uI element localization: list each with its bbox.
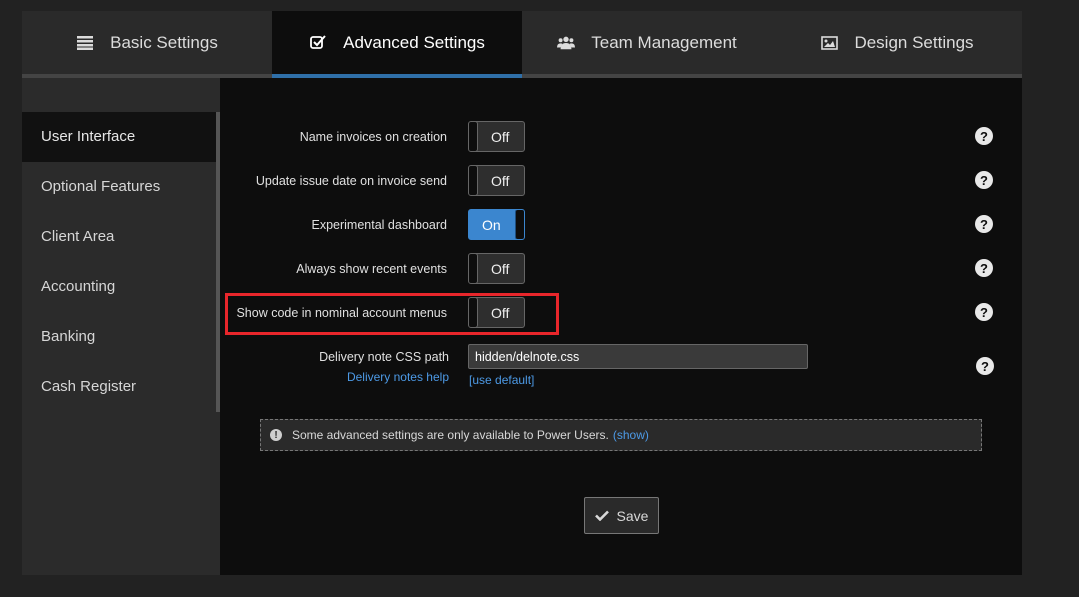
- name-invoices-toggle[interactable]: Off: [468, 121, 525, 152]
- toggle-state: On: [482, 217, 501, 233]
- help-icon[interactable]: ?: [975, 171, 993, 189]
- toggle-knob: [469, 122, 478, 151]
- toggle-state: Off: [491, 173, 510, 189]
- tab-label: Team Management: [591, 32, 737, 52]
- help-icon[interactable]: ?: [975, 303, 993, 321]
- exclamation-icon: !: [270, 429, 282, 441]
- help-icon[interactable]: ?: [975, 215, 993, 233]
- sidebar-item-optional-features[interactable]: Optional Features: [22, 162, 220, 212]
- experimental-dashboard-toggle[interactable]: On: [468, 209, 525, 240]
- settings-tabs: Basic Settings Advanced Settings Team Ma…: [22, 11, 1022, 78]
- sidebar-list: User Interface Optional Features Client …: [22, 112, 220, 412]
- notice-text: Some advanced settings are only availabl…: [292, 428, 609, 442]
- recent-events-toggle[interactable]: Off: [468, 253, 525, 284]
- highlight-box: [225, 293, 559, 335]
- delivery-note-label: Delivery note CSS path: [319, 350, 449, 364]
- toggle-knob: [469, 254, 478, 283]
- setting-row-update-issue-date: Update issue date on invoice send Off ?: [220, 165, 1022, 199]
- checkbox-icon: [309, 35, 327, 51]
- sidebar: User Interface Optional Features Client …: [22, 78, 220, 575]
- update-issue-date-toggle[interactable]: Off: [468, 165, 525, 196]
- help-icon[interactable]: ?: [975, 127, 993, 145]
- toggle-knob: [469, 166, 478, 195]
- sidebar-item-user-interface[interactable]: User Interface: [22, 112, 220, 162]
- use-default-link[interactable]: [use default]: [469, 373, 534, 387]
- delivery-note-css-input[interactable]: [468, 344, 808, 369]
- setting-row-name-invoices: Name invoices on creation Off ?: [220, 121, 1022, 155]
- sidebar-item-accounting[interactable]: Accounting: [22, 262, 220, 312]
- power-users-notice: ! Some advanced settings are only availa…: [260, 419, 982, 451]
- setting-row-experimental-dashboard: Experimental dashboard On ?: [220, 209, 1022, 243]
- save-button[interactable]: Save: [584, 497, 659, 534]
- help-icon[interactable]: ?: [976, 357, 994, 375]
- toggle-knob: [515, 210, 524, 239]
- tab-advanced-settings[interactable]: Advanced Settings: [272, 11, 522, 78]
- toggle-state: Off: [491, 261, 510, 277]
- delivery-notes-help-link[interactable]: Delivery notes help: [347, 370, 449, 384]
- setting-label: Experimental dashboard: [311, 218, 448, 232]
- save-label: Save: [616, 507, 649, 524]
- setting-label: Always show recent events: [296, 262, 447, 276]
- sidebar-item-banking[interactable]: Banking: [22, 312, 220, 362]
- sidebar-item-cash-register[interactable]: Cash Register: [22, 362, 220, 412]
- list-icon: [76, 35, 94, 51]
- tab-label: Basic Settings: [110, 32, 218, 52]
- help-icon[interactable]: ?: [975, 259, 993, 277]
- tab-team-management[interactable]: Team Management: [522, 11, 772, 74]
- check-icon: [594, 510, 609, 521]
- setting-label: Update issue date on invoice send: [255, 174, 447, 188]
- users-icon: [557, 35, 576, 51]
- toggle-state: Off: [491, 129, 510, 145]
- tab-label: Design Settings: [854, 32, 974, 52]
- tab-basic-settings[interactable]: Basic Settings: [22, 11, 272, 74]
- tab-design-settings[interactable]: Design Settings: [772, 11, 1022, 74]
- notice-show-link[interactable]: (show): [613, 428, 649, 442]
- sidebar-item-client-area[interactable]: Client Area: [22, 212, 220, 262]
- image-icon: [820, 35, 838, 51]
- setting-label: Name invoices on creation: [299, 130, 447, 144]
- setting-row-recent-events: Always show recent events Off ?: [220, 253, 1022, 287]
- tab-label: Advanced Settings: [343, 32, 485, 52]
